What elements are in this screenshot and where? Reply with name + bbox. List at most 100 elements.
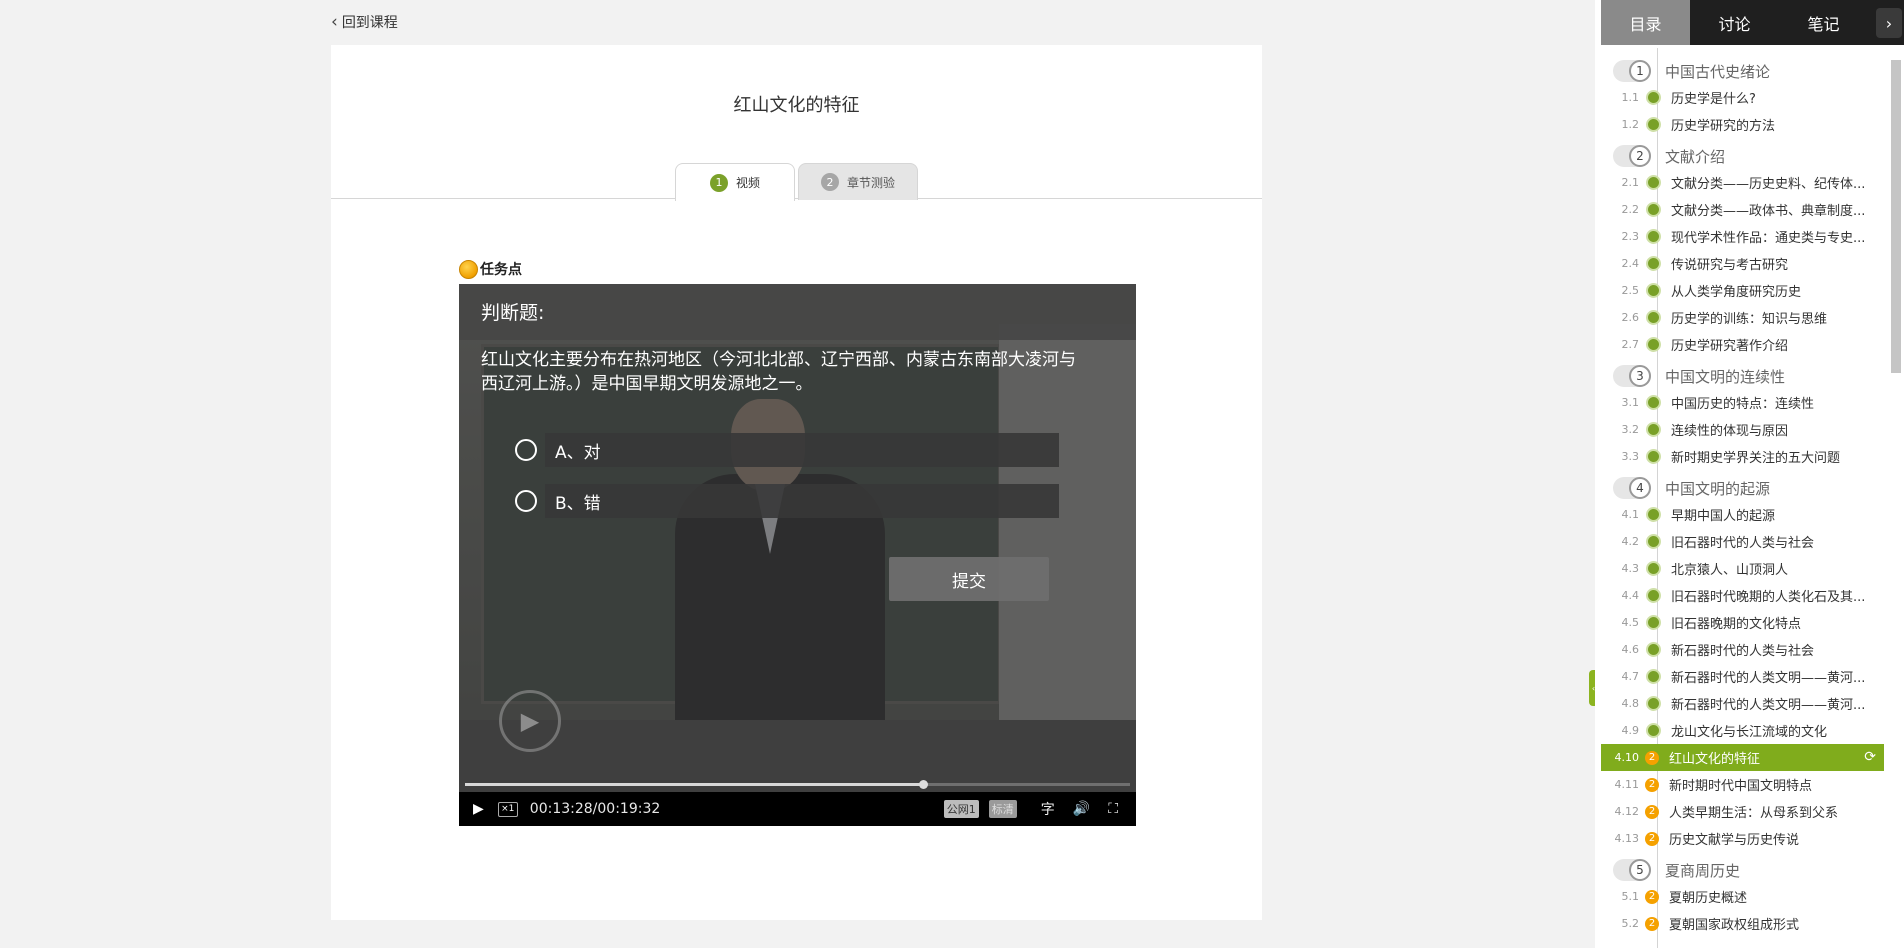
chapter-number-text: 5 bbox=[1629, 859, 1651, 881]
section-title: 新时期史学界关注的五大问题 bbox=[1671, 451, 1841, 466]
section-number: 4.7 bbox=[1621, 670, 1640, 683]
section-row[interactable]: 3.1 中国历史的特点：连续性 bbox=[1601, 389, 1884, 416]
tab-label: 章节测验 bbox=[846, 175, 895, 190]
section-title: 历史学是什么? bbox=[1671, 92, 1756, 107]
question-type: 判断题: bbox=[481, 302, 545, 324]
completed-dot-icon bbox=[1646, 90, 1661, 105]
control-bar: ▶ ×1 00:13:28/00:19:32 公网1 标清 字 🔊 ⛶ bbox=[459, 792, 1136, 826]
tab-discussion[interactable]: 讨论 bbox=[1690, 0, 1779, 45]
completed-dot-icon bbox=[1646, 615, 1661, 630]
completed-dot-icon bbox=[1646, 175, 1661, 190]
completed-dot-icon bbox=[1646, 395, 1661, 410]
section-row[interactable]: 4.1 早期中国人的起源 bbox=[1601, 501, 1884, 528]
section-title: 夏朝历史概述 bbox=[1669, 891, 1748, 906]
section-title: 夏朝国家政权组成形式 bbox=[1669, 918, 1800, 933]
completed-dot-icon bbox=[1646, 723, 1661, 738]
section-row[interactable]: 3.2 连续性的体现与原因 bbox=[1601, 416, 1884, 443]
tab-chapter-quiz[interactable]: 2 章节测验 bbox=[798, 163, 918, 200]
section-number: 2.5 bbox=[1621, 284, 1640, 297]
tab-label: 视频 bbox=[735, 176, 760, 190]
section-title: 文献分类——政体书、典章制度... bbox=[1671, 204, 1866, 219]
section-number: 1.1 bbox=[1621, 91, 1640, 104]
radio-button[interactable] bbox=[515, 439, 537, 461]
section-number: 2.2 bbox=[1621, 203, 1640, 216]
section-title: 旧石器晚期的文化特点 bbox=[1671, 617, 1802, 632]
section-row[interactable]: 4.2 旧石器时代的人类与社会 bbox=[1601, 528, 1884, 555]
section-number: 2.3 bbox=[1621, 230, 1640, 243]
option-label: B、错 bbox=[545, 484, 1059, 518]
chapter-number-text: 3 bbox=[1629, 365, 1651, 387]
section-row[interactable]: 4.8 新石器时代的人类文明——黄河... bbox=[1601, 690, 1884, 717]
back-to-course-link[interactable]: ‹ 回到课程 bbox=[331, 12, 398, 32]
section-row[interactable]: 2.2 文献分类——政体书、典章制度... bbox=[1601, 196, 1884, 223]
chapter-number-text: 1 bbox=[1629, 60, 1651, 82]
section-row[interactable]: 2.5 从人类学角度研究历史 bbox=[1601, 277, 1884, 304]
section-title: 历史文献学与历史传说 bbox=[1669, 833, 1800, 848]
volume-icon[interactable]: 🔊 bbox=[1073, 801, 1090, 817]
tab-number-badge: 2 bbox=[820, 173, 839, 191]
section-row[interactable]: 2.3 现代学术性作品：通史类与专史... bbox=[1601, 223, 1884, 250]
tab-number-badge: 1 bbox=[709, 173, 728, 192]
playback-speed-button[interactable]: ×1 bbox=[497, 801, 518, 817]
section-row[interactable]: 4.7 新石器时代的人类文明——黄河... bbox=[1601, 663, 1884, 690]
section-row[interactable]: 4.9 龙山文化与长江流域的文化 bbox=[1601, 717, 1884, 744]
section-row[interactable]: 3.3 新时期史学界关注的五大问题 bbox=[1601, 443, 1884, 470]
answer-option-b[interactable]: B、错 bbox=[515, 484, 1059, 518]
section-title: 人类早期生活：从母系到父系 bbox=[1669, 806, 1839, 821]
section-row[interactable]: 5.1 2 夏朝历史概述 bbox=[1601, 883, 1884, 910]
section-title: 历史学研究著作介绍 bbox=[1671, 339, 1789, 354]
section-row[interactable]: 4.3 北京猿人、山顶洞人 bbox=[1601, 555, 1884, 582]
fullscreen-icon[interactable]: ⛶ bbox=[1108, 801, 1118, 817]
play-icon[interactable]: ▶ bbox=[473, 801, 484, 817]
refresh-icon[interactable]: ⟳ bbox=[1864, 749, 1876, 765]
chapter-row[interactable]: 2 文献介绍 bbox=[1601, 143, 1884, 169]
submit-button[interactable]: 提交 bbox=[889, 557, 1049, 601]
section-row[interactable]: 4.4 旧石器时代晚期的人类化石及其... bbox=[1601, 582, 1884, 609]
chapter-row[interactable]: 5 夏商周历史 bbox=[1601, 857, 1884, 883]
section-title: 旧石器时代晚期的人类化石及其... bbox=[1671, 590, 1866, 605]
section-row[interactable]: 5.2 2 夏朝国家政权组成形式 bbox=[1601, 910, 1884, 937]
section-number: 2.1 bbox=[1621, 176, 1640, 189]
answer-option-a[interactable]: A、对 bbox=[515, 433, 1059, 467]
tab-notes[interactable]: 笔记 bbox=[1779, 0, 1868, 45]
progress-bar[interactable] bbox=[465, 780, 1130, 789]
tab-video[interactable]: 1 视频 bbox=[675, 163, 795, 201]
network-line-button[interactable]: 公网1 bbox=[943, 800, 979, 818]
section-row[interactable]: 2.7 历史学研究著作介绍 bbox=[1601, 331, 1884, 358]
section-row[interactable]: 4.10 2 红山文化的特征 ⟳ bbox=[1601, 744, 1884, 771]
option-label: A、对 bbox=[545, 433, 1059, 467]
completed-dot-icon bbox=[1646, 696, 1661, 711]
section-row[interactable]: 1.1 历史学是什么? bbox=[1601, 84, 1884, 111]
section-row[interactable]: 4.11 2 新时期时代中国文明特点 bbox=[1601, 771, 1884, 798]
radio-button[interactable] bbox=[515, 490, 537, 512]
section-row[interactable]: 2.6 历史学的训练：知识与思维 bbox=[1601, 304, 1884, 331]
section-row[interactable]: 2.4 传说研究与考古研究 bbox=[1601, 250, 1884, 277]
video-player[interactable]: 判断题: 红山文化主要分布在热河地区（今河北北部、辽宁西部、内蒙古东南部大凌河与… bbox=[459, 284, 1136, 826]
big-play-button[interactable]: ▶ bbox=[499, 690, 561, 752]
chevron-right-icon[interactable]: › bbox=[1876, 8, 1902, 38]
pending-tasks-badge: 2 bbox=[1645, 804, 1659, 819]
play-icon: ▶ bbox=[520, 707, 540, 735]
section-number: 3.3 bbox=[1621, 450, 1640, 463]
sidebar-scrollbar[interactable] bbox=[1891, 60, 1901, 373]
section-row[interactable]: 4.13 2 历史文献学与历史传说 bbox=[1601, 825, 1884, 852]
section-title: 中国历史的特点：连续性 bbox=[1671, 397, 1815, 412]
section-row[interactable]: 1.2 历史学研究的方法 bbox=[1601, 111, 1884, 138]
subtitle-button[interactable]: 字 bbox=[1041, 799, 1055, 819]
pending-tasks-badge: 2 bbox=[1645, 750, 1659, 765]
section-row[interactable]: 4.12 2 人类早期生活：从母系到父系 bbox=[1601, 798, 1884, 825]
section-number: 3.1 bbox=[1621, 396, 1640, 409]
chapter-number: 3 bbox=[1613, 365, 1651, 387]
section-row[interactable]: 4.5 旧石器晚期的文化特点 bbox=[1601, 609, 1884, 636]
completed-dot-icon bbox=[1646, 507, 1661, 522]
section-row[interactable]: 2.1 文献分类——历史史料、纪传体... bbox=[1601, 169, 1884, 196]
chapter-row[interactable]: 4 中国文明的起源 bbox=[1601, 475, 1884, 501]
quality-button[interactable]: 标清 bbox=[988, 800, 1017, 818]
chapter-row[interactable]: 3 中国文明的连续性 bbox=[1601, 363, 1884, 389]
section-row[interactable]: 4.6 新石器时代的人类与社会 bbox=[1601, 636, 1884, 663]
completed-dot-icon bbox=[1646, 283, 1661, 298]
chapter-row[interactable]: 1 中国古代史绪论 bbox=[1601, 58, 1884, 84]
pending-tasks-badge: 2 bbox=[1645, 831, 1659, 846]
tab-catalog[interactable]: 目录 bbox=[1601, 0, 1690, 45]
chapter-number-text: 2 bbox=[1629, 145, 1651, 167]
